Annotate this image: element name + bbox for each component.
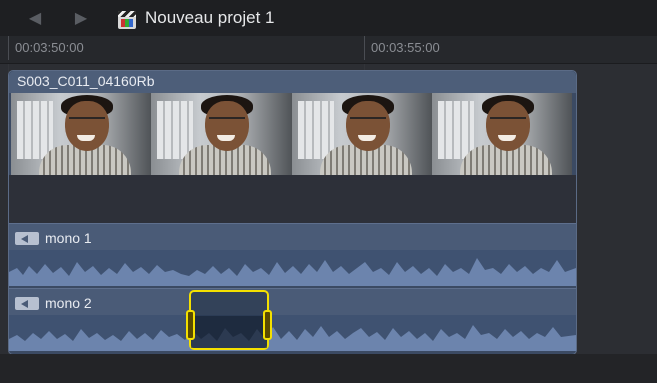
timeline-toolbar: ◀ ▶ Nouveau projet 1 <box>0 0 657 36</box>
video-clip[interactable]: S003_C011_04160Rb mono 1 mono 2 <box>8 70 577 355</box>
audio-component-mono-1[interactable]: mono 1 <box>9 223 576 286</box>
clip-name: S003_C011_04160Rb <box>17 73 155 89</box>
range-selection[interactable] <box>186 290 272 350</box>
range-end-handle[interactable] <box>263 310 272 340</box>
audio-label: mono 1 <box>45 230 92 246</box>
back-button[interactable]: ◀ <box>20 8 50 30</box>
speaker-icon <box>15 231 39 245</box>
range-start-handle[interactable] <box>186 310 195 340</box>
clip-header: S003_C011_04160Rb <box>9 71 576 93</box>
project-title: Nouveau projet 1 <box>145 8 275 27</box>
video-thumbnail <box>291 93 432 175</box>
filmstrip[interactable] <box>11 93 572 175</box>
ruler-tick: 00:03:55:00 <box>364 36 440 60</box>
timecode-ruler[interactable]: 00:03:50:00 00:03:55:00 <box>0 36 657 64</box>
audio-waveform[interactable] <box>9 250 576 286</box>
audio-component-mono-2[interactable]: mono 2 <box>9 288 576 351</box>
ruler-tick: 00:03:50:00 <box>8 36 84 60</box>
chevron-left-icon: ◀ <box>28 10 42 27</box>
audio-label: mono 2 <box>45 295 92 311</box>
project-film-icon <box>118 11 136 29</box>
timeline-area[interactable]: S003_C011_04160Rb mono 1 mono 2 <box>0 64 657 383</box>
video-thumbnail <box>11 93 152 175</box>
chevron-right-icon: ▶ <box>74 10 88 27</box>
video-thumbnail <box>151 93 292 175</box>
audio-waveform[interactable] <box>9 315 576 351</box>
forward-button[interactable]: ▶ <box>66 8 96 30</box>
timeline-footer-strip <box>0 354 657 383</box>
video-thumbnail <box>431 93 572 175</box>
speaker-icon <box>15 296 39 310</box>
clip-gap <box>9 175 576 223</box>
